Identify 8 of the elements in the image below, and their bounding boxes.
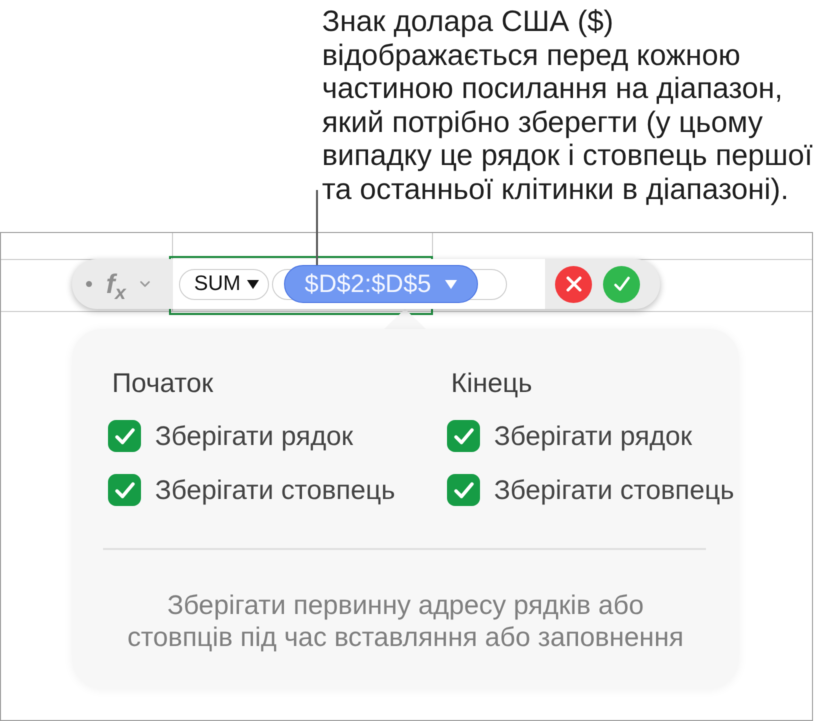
- callout-text: Знак долара США ($) відображається перед кожною частиною посилання на діапазон, який потрібно зберегти (у цьому випадку це рядок і стовпець першої та останньої клітинки в діапазоні).: [322, 5, 813, 207]
- checkbox-label: Зберігати рядок: [494, 420, 692, 452]
- checkbox-label: Зберігати стовпець: [494, 474, 734, 506]
- column-heading: Початок: [112, 369, 214, 397]
- checkbox-label: Зберігати стовпець: [155, 474, 396, 506]
- note-text: Зберігати первинну адресу рядків або стовпців під час вставляння або заповнення: [127, 589, 684, 653]
- checkbox-label: Зберігати рядок: [155, 420, 354, 452]
- column-heading: Кінець: [451, 369, 532, 397]
